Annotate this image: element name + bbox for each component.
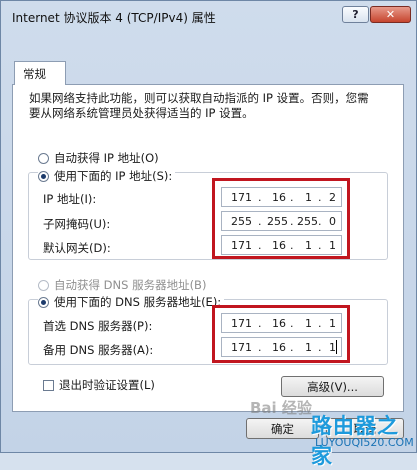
- radio-auto-dns-label: 自动获得 DNS 服务器地址(B): [54, 278, 207, 292]
- subnet-mask-label: 子网掩码(U):: [43, 217, 111, 231]
- window-title: Internet 协议版本 4 (TCP/IPv4) 属性: [12, 11, 216, 25]
- alternate-dns-label: 备用 DNS 服务器(A):: [43, 343, 154, 357]
- help-button[interactable]: ?: [342, 6, 369, 23]
- radio-selected-icon[interactable]: [38, 296, 49, 308]
- radio-icon[interactable]: [38, 279, 49, 291]
- advanced-button[interactable]: 高级(V)...: [281, 376, 384, 397]
- tab-general[interactable]: 常规: [14, 61, 66, 85]
- validate-on-exit-label: 退出时验证设置(L): [59, 378, 155, 392]
- ip-address-label: IP 地址(I):: [43, 192, 97, 206]
- tab-general-label: 常规: [23, 67, 46, 81]
- description-text: 如果网络支持此功能，则可以获取自动指派的 IP 设置。否则，您需要从网络系统管理…: [29, 91, 369, 120]
- radio-auto-dns[interactable]: 自动获得 DNS 服务器地址(B): [38, 277, 206, 293]
- radio-manual-dns-label: 使用下面的 DNS 服务器地址(E):: [54, 295, 222, 309]
- title-bar[interactable]: Internet 协议版本 4 (TCP/IPv4) 属性 ? ✕: [1, 1, 416, 31]
- default-gateway-label: 默认网关(D):: [43, 241, 111, 255]
- site-watermark: LUYOUQI520.COM: [315, 436, 414, 449]
- radio-manual-ip-label: 使用下面的 IP 地址(S):: [54, 169, 173, 183]
- radio-manual-dns[interactable]: 使用下面的 DNS 服务器地址(E):: [38, 294, 225, 310]
- radio-auto-ip-label: 自动获得 IP 地址(O): [54, 151, 159, 165]
- baidu-watermark: Bai 经验: [250, 399, 312, 417]
- radio-icon[interactable]: [38, 152, 49, 164]
- checkbox-icon[interactable]: [43, 379, 54, 391]
- preferred-dns-label: 首选 DNS 服务器(P):: [43, 319, 153, 333]
- radio-selected-icon[interactable]: [38, 170, 49, 182]
- close-button[interactable]: ✕: [370, 6, 411, 23]
- radio-manual-ip[interactable]: 使用下面的 IP 地址(S):: [38, 168, 176, 184]
- radio-auto-ip[interactable]: 自动获得 IP 地址(O): [38, 150, 159, 166]
- ip-highlight-box: [212, 178, 350, 259]
- dns-highlight-box: [212, 305, 350, 363]
- ok-button[interactable]: 确定: [246, 418, 319, 439]
- validate-on-exit-checkbox[interactable]: 退出时验证设置(L): [43, 377, 155, 393]
